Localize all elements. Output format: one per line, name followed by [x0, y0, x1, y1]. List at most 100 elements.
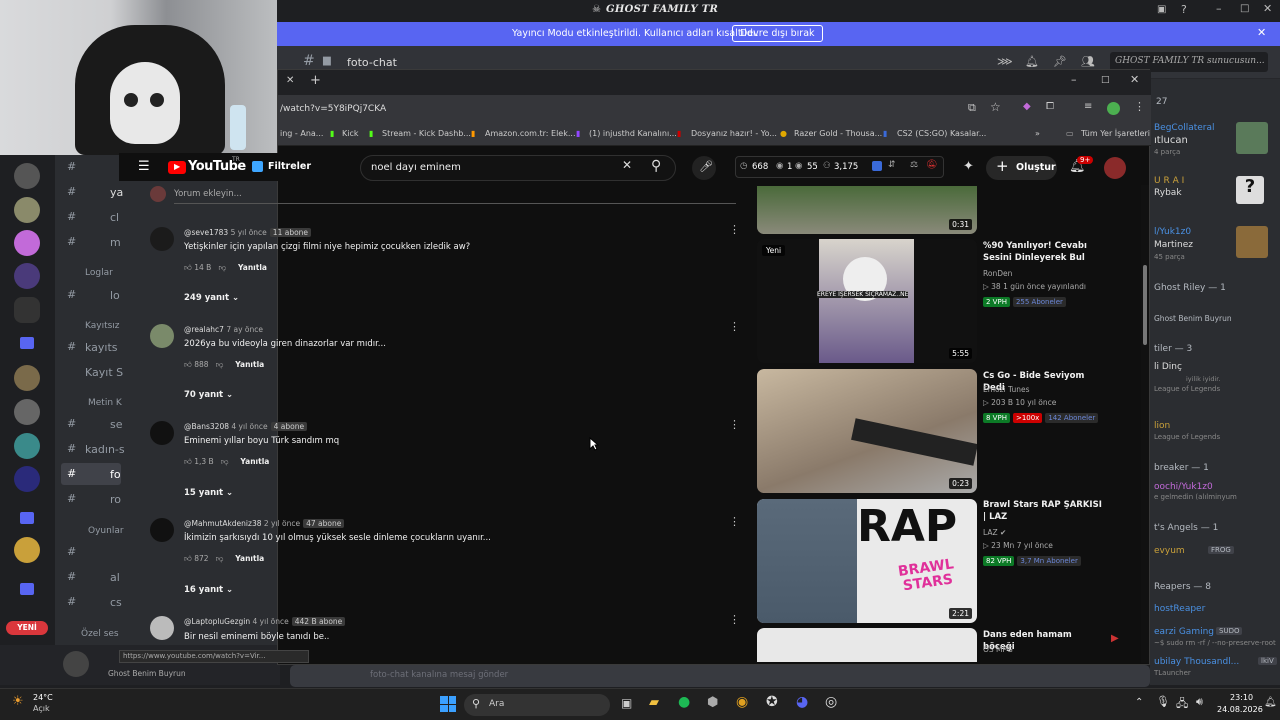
server-avatar[interactable]: [14, 263, 40, 289]
channel-item[interactable]: kadın-s: [85, 443, 125, 456]
network-icon[interactable]: 🖧︎: [1176, 695, 1188, 714]
comment-author[interactable]: @seve1783: [184, 228, 228, 237]
comment-time[interactable]: 4 yıl önce: [231, 422, 267, 431]
dislike-icon[interactable]: 👎︎: [221, 457, 229, 467]
video-thumbnail[interactable]: 0:31: [757, 186, 977, 234]
inbox-icon[interactable]: ▣: [1157, 4, 1166, 15]
scrollbar-thumb[interactable]: [1143, 265, 1147, 345]
channel-item[interactable]: fo: [110, 468, 121, 481]
member-name[interactable]: evyum: [1154, 546, 1185, 556]
view-replies-button[interactable]: 70 yanıt ⌄: [184, 390, 233, 400]
avatar[interactable]: [150, 616, 174, 640]
close-icon[interactable]: ✕: [1263, 2, 1272, 15]
dislike-icon[interactable]: 👎︎: [216, 554, 224, 564]
server-avatar[interactable]: [14, 163, 40, 189]
more-options-icon[interactable]: ⋮: [729, 320, 740, 333]
extension-puzzle-icon[interactable]: ✦: [963, 159, 974, 174]
server-avatar[interactable]: [14, 365, 40, 391]
video-title[interactable]: Brawl Stars RAP ŞARKISI | LAZ: [983, 499, 1103, 523]
comment-time[interactable]: 4 yıl önce: [253, 617, 289, 626]
video-thumbnail[interactable]: RAP BRAWL STARS 2:21: [757, 499, 977, 623]
folder-icon[interactable]: [20, 337, 34, 349]
channel-name[interactable]: Emozi Tunes: [983, 385, 1030, 394]
member-name[interactable]: U R A I: [1154, 176, 1184, 186]
voice-search-button[interactable]: 🎤︎: [692, 156, 716, 180]
address-bar[interactable]: /watch?v=5Y8iPQj7CKA ⧉ ☆ ◆ ⧠ ≡ ⋮: [278, 95, 1151, 123]
avatar[interactable]: [150, 227, 174, 251]
video-thumbnail[interactable]: [757, 628, 977, 662]
bookmark[interactable]: Dosyanız hazır! - Yo...: [691, 129, 777, 138]
file-explorer-icon[interactable]: ▰: [649, 695, 659, 710]
comment-author[interactable]: @LaptopluGezgin: [184, 617, 250, 626]
close-icon[interactable]: ✕: [1130, 73, 1139, 86]
folder-icon[interactable]: [20, 512, 34, 524]
channel-name[interactable]: RonDen: [983, 269, 1012, 278]
server-avatar[interactable]: [14, 230, 40, 256]
cast-icon[interactable]: ⧉: [968, 101, 976, 115]
bookmark[interactable]: (1) injusthd Kanalını...: [589, 129, 677, 138]
bookmark[interactable]: CS2 (CS:GO) Kasalar...: [897, 129, 986, 138]
channel-item[interactable]: Kayıt S: [85, 366, 123, 379]
steam-icon[interactable]: ✪: [766, 694, 778, 710]
video-thumbnail[interactable]: EREYE İŞERSEK SIÇRAMAZ..NE Yeni 5:55: [757, 239, 977, 363]
video-title[interactable]: %90 Yanılıyor! Cevabı Sesini Dinleyerek …: [983, 240, 1103, 264]
reply-button[interactable]: Yanıtla: [238, 263, 267, 272]
channel-item[interactable]: se: [110, 418, 123, 431]
scrollbar[interactable]: [1141, 185, 1149, 663]
comment-author[interactable]: @realahc7: [184, 325, 224, 334]
channel-item[interactable]: cl: [110, 211, 119, 224]
comment-time[interactable]: 7 ay önce: [226, 325, 263, 334]
category-voice[interactable]: Özel ses: [81, 629, 119, 639]
hamburger-menu-icon[interactable]: ☰: [138, 159, 150, 174]
more-options-icon[interactable]: ⋮: [729, 418, 740, 431]
member-name[interactable]: Martinez: [1154, 240, 1193, 250]
avatar[interactable]: [1104, 157, 1126, 179]
member-name[interactable]: Rybak: [1154, 188, 1182, 198]
category-logs[interactable]: Loglar: [85, 268, 113, 278]
category-unregistered[interactable]: Kayıtsız: [85, 321, 120, 331]
category-text[interactable]: Metin K: [88, 398, 122, 408]
microphone-icon[interactable]: 🎙︎: [1156, 695, 1170, 708]
threads-icon[interactable]: ⋙: [997, 55, 1013, 68]
url-text[interactable]: /watch?v=5Y8iPQj7CKA: [280, 104, 386, 114]
channel-item[interactable]: cs: [110, 596, 122, 609]
member-name[interactable]: oochi/Yuk1z0: [1154, 482, 1213, 492]
bookmark[interactable]: Razer Gold - Thousa...: [794, 129, 882, 138]
comment-time[interactable]: 5 yıl önce: [231, 228, 267, 237]
member-name[interactable]: BegCollateral: [1154, 123, 1215, 133]
bookmark[interactable]: Kick: [342, 129, 359, 138]
menu-icon[interactable]: ⋮: [1134, 100, 1145, 113]
comment-author[interactable]: @MahmutAkdeniz38: [184, 519, 262, 528]
minimize-icon[interactable]: –: [1216, 2, 1222, 15]
avatar[interactable]: [150, 518, 174, 542]
clear-search-icon[interactable]: ✕: [622, 158, 632, 172]
view-replies-button[interactable]: 249 yanıt ⌄: [184, 293, 239, 303]
channel-item[interactable]: ro: [110, 493, 121, 506]
member-name[interactable]: ubilay Thousandl...: [1154, 657, 1239, 667]
like-icon[interactable]: 👍︎: [184, 360, 192, 370]
member-name[interactable]: hostReaper: [1154, 604, 1205, 614]
help-icon[interactable]: ?: [1181, 3, 1187, 16]
message-input[interactable]: foto-chat kanalına mesaj gönder: [290, 665, 1150, 687]
more-options-icon[interactable]: ⋮: [729, 613, 740, 626]
channel-item[interactable]: kayıts: [85, 341, 118, 354]
dislike-icon[interactable]: 👎︎: [218, 263, 226, 273]
server-avatar[interactable]: [14, 197, 40, 223]
avatar[interactable]: [150, 421, 174, 445]
star-icon[interactable]: ☆: [990, 100, 1001, 114]
maximize-icon[interactable]: □: [1240, 3, 1249, 14]
bookmark[interactable]: ing - Ana...: [280, 129, 323, 138]
channel-item[interactable]: lo: [110, 289, 120, 302]
channel-name[interactable]: OS MPG: [983, 645, 1013, 654]
channel-name[interactable]: LAZ: [983, 528, 998, 537]
reply-button[interactable]: Yanıtla: [240, 457, 269, 466]
chrome-icon[interactable]: ◉: [736, 694, 748, 710]
extension-icon[interactable]: ◆: [1023, 101, 1031, 112]
profile-avatar[interactable]: [1107, 102, 1120, 115]
new-tab-icon[interactable]: +: [310, 73, 321, 88]
comment-time[interactable]: 2 yıl önce: [264, 519, 300, 528]
comment-author[interactable]: @Bans3208: [184, 422, 229, 431]
spotify-icon[interactable]: ●: [678, 694, 690, 710]
youtube-logo-icon[interactable]: ▶: [168, 161, 186, 174]
maximize-icon[interactable]: □: [1101, 75, 1110, 85]
